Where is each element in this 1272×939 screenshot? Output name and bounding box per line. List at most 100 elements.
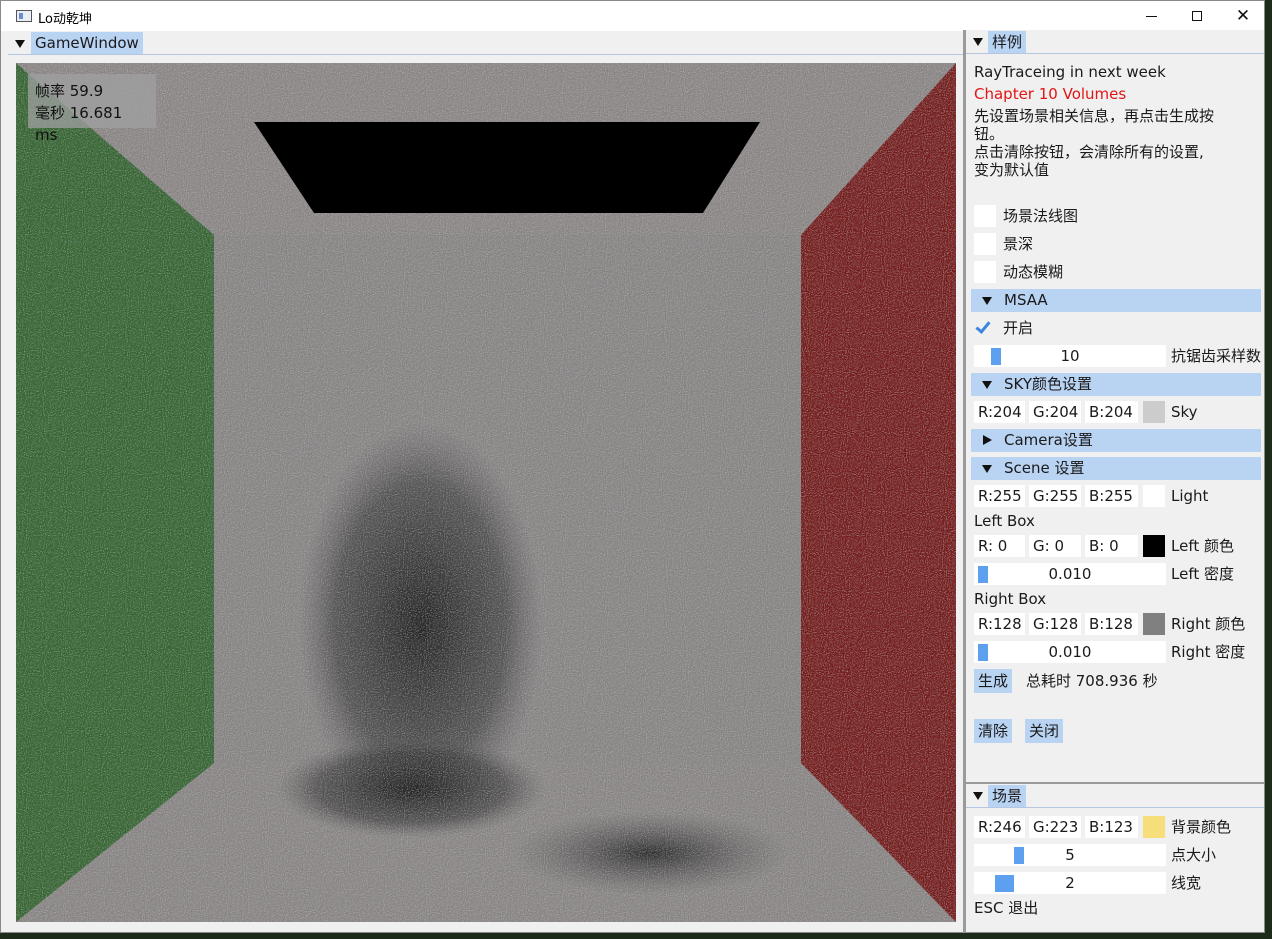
slider-thumb[interactable] bbox=[978, 566, 988, 583]
dof-label: 景深 bbox=[1003, 235, 1034, 253]
scene-normal-checkbox[interactable] bbox=[974, 205, 996, 227]
close-button[interactable]: 关闭 bbox=[1025, 719, 1064, 743]
right-color-label: Right 颜色 bbox=[1171, 615, 1246, 633]
maximize-button[interactable] bbox=[1174, 1, 1220, 31]
game-window-tab[interactable]: GameWindow bbox=[31, 32, 143, 54]
close-icon: ✕ bbox=[1235, 6, 1251, 26]
collapse-arrow-icon bbox=[982, 297, 992, 305]
msaa-samples-label: 抗锯齿采样数 bbox=[1171, 347, 1262, 365]
right-box-title: Right Box bbox=[974, 590, 1047, 608]
total-time-label: 总耗时 708.936 秒 bbox=[1026, 672, 1158, 690]
left-color-label: Left 颜色 bbox=[1171, 537, 1234, 555]
light-color-swatch[interactable] bbox=[1143, 485, 1165, 507]
left-density-label: Left 密度 bbox=[1171, 565, 1234, 583]
bg-b-field[interactable]: B:123 bbox=[1085, 816, 1138, 838]
msaa-enable-label: 开启 bbox=[1003, 319, 1034, 337]
clear-button[interactable]: 清除 bbox=[974, 719, 1013, 743]
left-box-title: Left Box bbox=[974, 512, 1035, 530]
sky-section-header[interactable]: SKY颜色设置 bbox=[971, 373, 1261, 396]
minimize-icon bbox=[1145, 16, 1157, 17]
scene-panel-header: 场景 bbox=[966, 784, 1264, 808]
window-title: Lo动乾坤 bbox=[38, 12, 92, 27]
exit-hint: ESC 退出 bbox=[974, 899, 1039, 917]
line-width-slider[interactable]: 2 bbox=[974, 872, 1166, 894]
left-r-field[interactable]: R: 0 bbox=[974, 535, 1025, 557]
right-b-field[interactable]: B:128 bbox=[1085, 613, 1138, 635]
scene-normal-label: 场景法线图 bbox=[1003, 207, 1079, 225]
light-label: Light bbox=[1171, 487, 1209, 505]
scene-header-label: Scene 设置 bbox=[1004, 459, 1085, 477]
left-density-value: 0.010 bbox=[1048, 565, 1092, 583]
maximize-icon bbox=[1192, 11, 1202, 21]
right-color-swatch[interactable] bbox=[1143, 613, 1165, 635]
right-r-field[interactable]: R:128 bbox=[974, 613, 1025, 635]
collapse-arrow-icon[interactable] bbox=[973, 792, 983, 800]
app-icon bbox=[16, 10, 32, 22]
msaa-section-header[interactable]: MSAA bbox=[971, 289, 1261, 312]
collapse-arrow-icon[interactable] bbox=[15, 40, 25, 48]
left-b-field[interactable]: B: 0 bbox=[1085, 535, 1138, 557]
motion-blur-label: 动态模糊 bbox=[1003, 263, 1064, 281]
left-color-swatch[interactable] bbox=[1143, 535, 1165, 557]
sample-panel-title[interactable]: 样例 bbox=[988, 31, 1027, 53]
generate-button[interactable]: 生成 bbox=[974, 669, 1013, 693]
light-r-field[interactable]: R:255 bbox=[974, 485, 1025, 507]
instruction-line: 先设置场景相关信息，再点击生成按 bbox=[974, 107, 1215, 125]
bg-color-label: 背景颜色 bbox=[1171, 818, 1232, 836]
msaa-samples-value: 10 bbox=[1060, 347, 1080, 365]
game-window-header: GameWindow bbox=[8, 32, 963, 55]
collapse-arrow-icon[interactable] bbox=[973, 38, 983, 46]
point-size-slider[interactable]: 5 bbox=[974, 844, 1166, 866]
bg-r-field[interactable]: R:246 bbox=[974, 816, 1025, 838]
msaa-header-label: MSAA bbox=[1004, 291, 1048, 309]
sky-label: Sky bbox=[1171, 403, 1198, 421]
bg-color-swatch[interactable] bbox=[1143, 816, 1165, 838]
sky-b-field[interactable]: B:204 bbox=[1085, 401, 1138, 423]
camera-header-label: Camera设置 bbox=[1004, 431, 1093, 449]
point-size-label: 点大小 bbox=[1171, 846, 1217, 864]
right-g-field[interactable]: G:128 bbox=[1029, 613, 1081, 635]
camera-section-header[interactable]: Camera设置 bbox=[971, 429, 1261, 452]
sky-g-field[interactable]: G:204 bbox=[1029, 401, 1081, 423]
chapter-label: Chapter 10 Volumes bbox=[974, 85, 1127, 103]
render-viewport[interactable] bbox=[16, 63, 956, 922]
sample-panel: 样例 RayTraceing in next week Chapter 10 V… bbox=[966, 30, 1264, 780]
slider-thumb[interactable] bbox=[978, 644, 988, 661]
bg-g-field[interactable]: G:223 bbox=[1029, 816, 1081, 838]
sky-color-swatch[interactable] bbox=[1143, 401, 1165, 423]
instruction-line: 变为默认值 bbox=[974, 161, 1050, 179]
sample-panel-header: 样例 bbox=[966, 30, 1264, 54]
fps-label: 帧率 59.9 bbox=[35, 82, 104, 100]
motion-blur-checkbox[interactable] bbox=[974, 261, 996, 283]
right-density-value: 0.010 bbox=[1048, 643, 1092, 661]
slider-thumb[interactable] bbox=[995, 875, 1014, 892]
right-density-label: Right 密度 bbox=[1171, 643, 1246, 661]
scene-section-header[interactable]: Scene 设置 bbox=[971, 457, 1261, 480]
expand-arrow-icon bbox=[983, 435, 992, 445]
fps-overlay: 帧率 59.9 毫秒 16.681 ms bbox=[28, 74, 156, 144]
sky-r-field[interactable]: R:204 bbox=[974, 401, 1025, 423]
scene-panel-title[interactable]: 场景 bbox=[988, 785, 1027, 807]
right-density-slider[interactable]: 0.010 bbox=[974, 641, 1166, 663]
scene-panel: 场景 R:246 G:223 B:123 背景颜色 5 点大小 2 线宽 ESC… bbox=[966, 782, 1264, 932]
dof-checkbox[interactable] bbox=[974, 233, 996, 255]
left-g-field[interactable]: G: 0 bbox=[1029, 535, 1081, 557]
left-density-slider[interactable]: 0.010 bbox=[974, 563, 1166, 585]
slider-thumb[interactable] bbox=[991, 348, 1001, 365]
msaa-samples-slider[interactable]: 10 bbox=[974, 345, 1166, 367]
slider-thumb[interactable] bbox=[1014, 847, 1024, 864]
instruction-line: 钮。 bbox=[974, 125, 1005, 143]
sky-header-label: SKY颜色设置 bbox=[1004, 375, 1092, 393]
close-window-button[interactable]: ✕ bbox=[1220, 1, 1266, 31]
sample-title: RayTraceing in next week bbox=[974, 63, 1166, 81]
cornell-box-render bbox=[16, 63, 956, 922]
collapse-arrow-icon bbox=[982, 465, 992, 473]
instruction-line: 点击清除按钮，会清除所有的设置, bbox=[974, 143, 1204, 161]
light-g-field[interactable]: G:255 bbox=[1029, 485, 1081, 507]
msaa-enable-checkbox[interactable] bbox=[974, 317, 996, 339]
collapse-arrow-icon bbox=[982, 381, 992, 389]
title-bar: Lo动乾坤 ✕ bbox=[1, 1, 1264, 31]
light-b-field[interactable]: B:255 bbox=[1085, 485, 1138, 507]
minimize-button[interactable] bbox=[1128, 1, 1174, 31]
checkmark-icon bbox=[975, 318, 991, 334]
